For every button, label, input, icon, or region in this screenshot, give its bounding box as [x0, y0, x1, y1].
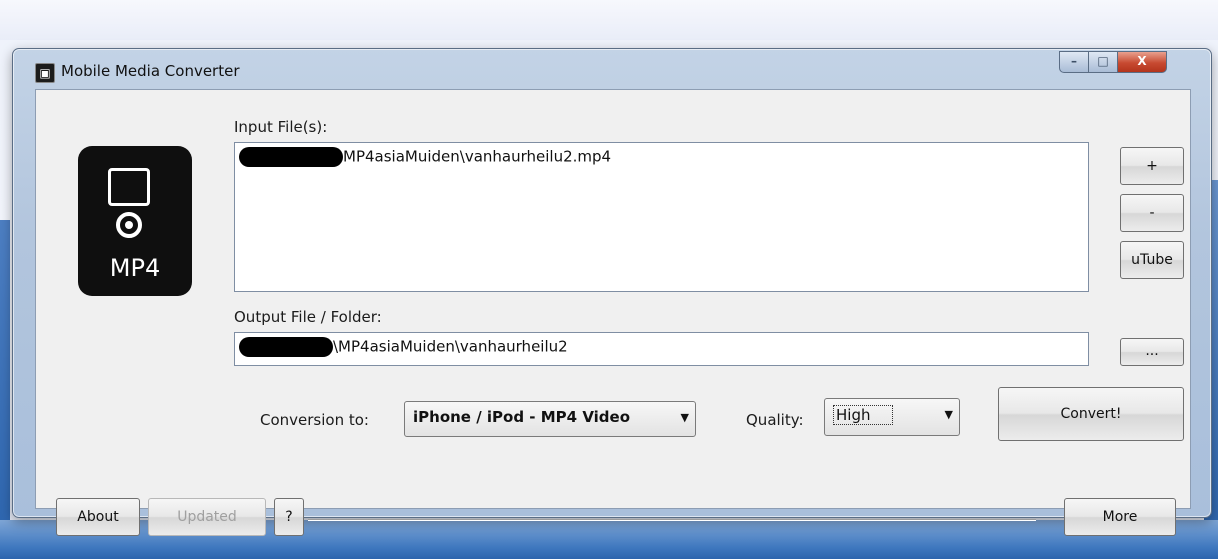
title-bar[interactable]: ▣ Mobile Media Converter – □ X: [13, 49, 1211, 91]
redacted-path: [239, 337, 333, 357]
window-title: Mobile Media Converter: [61, 62, 240, 80]
desktop-background: [0, 0, 1218, 40]
output-path-value: \MP4asiaMuiden\vanhaurheilu2: [333, 337, 568, 356]
output-label: Output File / Folder:: [234, 308, 382, 326]
click-wheel-icon: [116, 212, 142, 238]
conversion-label: Conversion to:: [260, 411, 369, 429]
browse-output-button[interactable]: ...: [1120, 338, 1184, 366]
updated-button: Updated: [148, 498, 266, 536]
minimize-button[interactable]: –: [1059, 51, 1089, 73]
chevron-down-icon: ▼: [944, 408, 953, 421]
quality-label: Quality:: [746, 411, 804, 429]
divider: [308, 519, 1036, 521]
conversion-format-select[interactable]: iPhone / iPod - MP4 Video ▼: [404, 401, 696, 437]
chevron-down-icon: ▼: [680, 411, 689, 424]
client-area: MP4 Input File(s): MP4asiaMuiden\vanhaur…: [35, 89, 1191, 536]
about-button[interactable]: About: [56, 498, 140, 536]
add-file-button[interactable]: +: [1120, 147, 1184, 185]
close-button[interactable]: X: [1117, 51, 1167, 73]
app-window: ▣ Mobile Media Converter – □ X MP4 Input…: [12, 48, 1212, 536]
help-button[interactable]: ?: [274, 498, 304, 536]
more-button[interactable]: More: [1064, 498, 1176, 536]
conversion-selected-value: iPhone / iPod - MP4 Video: [413, 408, 631, 426]
remove-file-button[interactable]: -: [1120, 194, 1184, 232]
player-screen-icon: [108, 168, 150, 206]
player-icon[interactable]: ▣: [35, 63, 55, 83]
output-path-field[interactable]: \MP4asiaMuiden\vanhaurheilu2: [234, 332, 1089, 366]
input-files-label: Input File(s):: [234, 118, 328, 136]
desktop-background-left: [0, 220, 10, 520]
redacted-path: [239, 147, 343, 167]
logo-text: MP4: [109, 254, 161, 282]
list-item[interactable]: MP4asiaMuiden\vanhaurheilu2.mp4: [239, 147, 611, 167]
file-path: MP4asiaMuiden\vanhaurheilu2.mp4: [343, 147, 612, 166]
maximize-button[interactable]: □: [1088, 51, 1118, 73]
mp4-player-icon: MP4: [78, 146, 192, 296]
utube-button[interactable]: uTube: [1120, 241, 1184, 279]
input-files-list[interactable]: MP4asiaMuiden\vanhaurheilu2.mp4: [234, 142, 1089, 292]
quality-select[interactable]: High ▼: [824, 398, 960, 436]
quality-selected-value: High: [833, 405, 894, 425]
convert-button[interactable]: Convert!: [998, 387, 1184, 441]
